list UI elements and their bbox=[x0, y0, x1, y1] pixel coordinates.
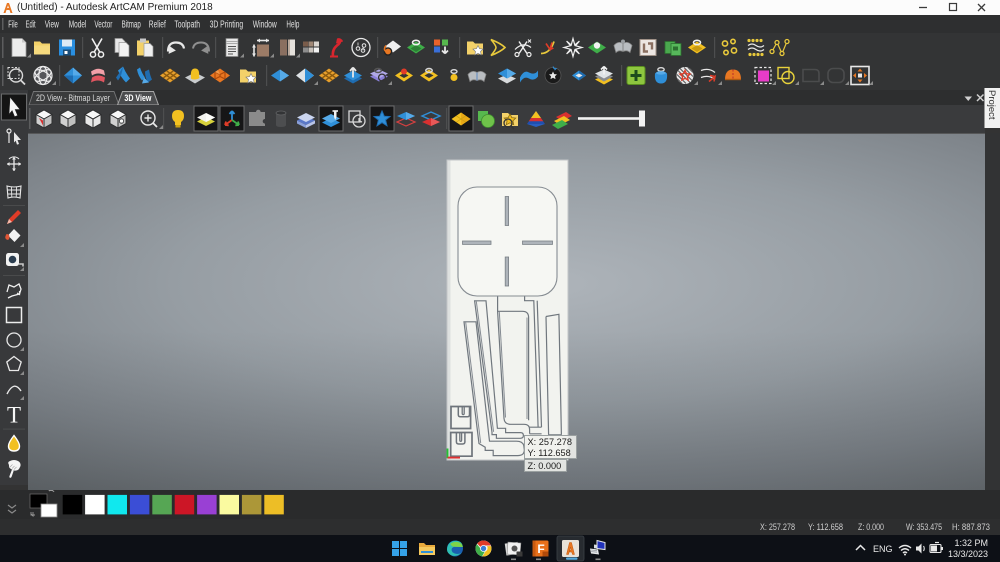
svg-text:X: 257.278: X: 257.278 bbox=[760, 522, 795, 532]
svg-text:Z: 0.000: Z: 0.000 bbox=[858, 522, 884, 532]
svg-text:Y: 112.658: Y: 112.658 bbox=[808, 522, 843, 532]
svg-text:W: 353.475: W: 353.475 bbox=[906, 522, 942, 532]
svg-text:H: 887.873: H: 887.873 bbox=[952, 522, 990, 532]
